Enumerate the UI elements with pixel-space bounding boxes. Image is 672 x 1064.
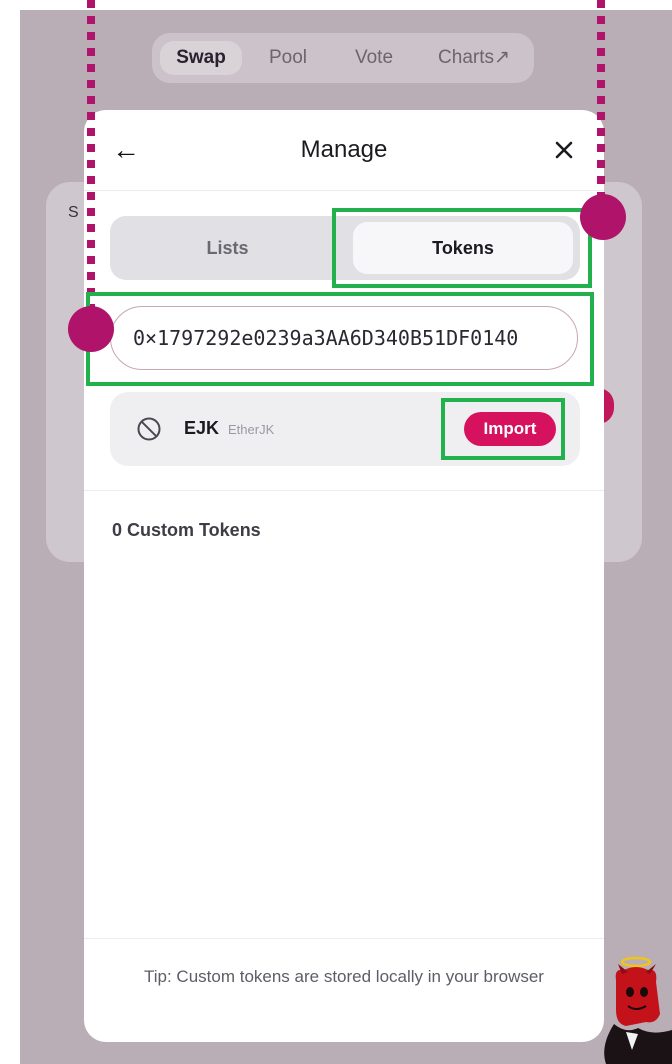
token-name: EtherJK xyxy=(228,422,275,437)
nav-item-pool[interactable]: Pool xyxy=(250,41,326,75)
section-divider xyxy=(84,490,604,491)
tab-lists[interactable]: Lists xyxy=(110,216,345,280)
annotation-box-tokens-tab xyxy=(332,208,592,288)
nav-item-swap[interactable]: Swap xyxy=(160,41,242,75)
top-nav: Swap Pool Vote Charts↗ xyxy=(152,33,534,83)
nav-item-charts[interactable]: Charts↗ xyxy=(424,41,524,75)
modal-title: Manage xyxy=(300,136,388,163)
mascot-character xyxy=(604,956,672,1064)
modal-header: ← Manage xyxy=(84,110,604,190)
footer-divider xyxy=(84,938,604,939)
token-symbol: EJK xyxy=(184,418,220,438)
annotation-box-import-button xyxy=(441,398,565,460)
nav-item-vote[interactable]: Vote xyxy=(336,41,412,75)
annotation-box-address-input xyxy=(86,292,594,386)
annotation-dotted-line-right xyxy=(597,0,605,200)
header-divider xyxy=(84,190,604,191)
swap-card-title-fragment: S xyxy=(68,204,79,221)
annotation-dotted-line-left xyxy=(87,0,95,330)
block-icon xyxy=(137,417,161,441)
tip-text: Tip: Custom tokens are stored locally in… xyxy=(144,967,544,986)
close-icon[interactable] xyxy=(552,138,576,162)
annotation-dot-right xyxy=(580,194,626,240)
annotation-dot-left xyxy=(68,306,114,352)
custom-tokens-count: 0 Custom Tokens xyxy=(112,520,261,540)
